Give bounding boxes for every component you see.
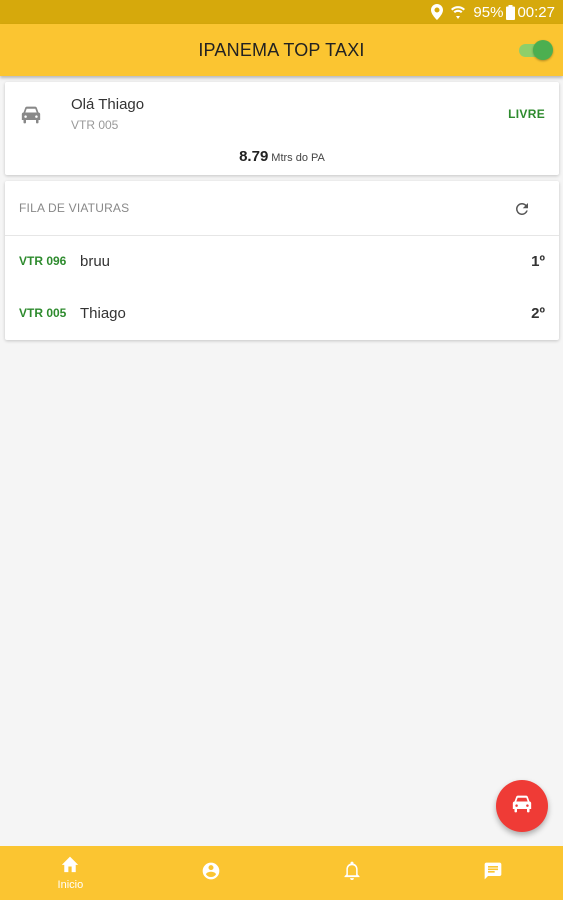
driver-card: Olá Thiago VTR 005 LIVRE 8.79 Mtrs do PA xyxy=(5,82,559,175)
queue-row-code: VTR 096 xyxy=(19,254,67,268)
battery-percent: 95% xyxy=(473,3,504,21)
nav-item-notifications[interactable] xyxy=(302,846,402,900)
nav-item-home[interactable]: Inicio xyxy=(20,846,120,900)
car-fab-icon xyxy=(512,795,532,818)
clock: 00:27 xyxy=(517,3,555,21)
queue-row-code: VTR 005 xyxy=(19,306,67,320)
queue-row-name: bruu xyxy=(80,252,111,270)
message-icon xyxy=(483,861,503,886)
nav-label-home: Inicio xyxy=(57,879,84,891)
home-icon xyxy=(60,855,80,878)
queue-row[interactable]: VTR 005 Thiago 2º xyxy=(5,293,559,333)
nav-item-messages[interactable] xyxy=(443,846,543,900)
battery-icon xyxy=(506,4,516,20)
account-icon xyxy=(201,861,221,886)
driver-greeting: Olá Thiago xyxy=(71,96,145,113)
bottom-nav: Inicio xyxy=(0,846,563,900)
driver-vehicle-code: VTR 005 xyxy=(71,118,119,132)
queue-header: FILA DE VIATURAS xyxy=(5,181,559,236)
wifi-icon xyxy=(449,4,467,20)
location-icon xyxy=(431,4,444,20)
app-title: IPANEMA TOP TAXI xyxy=(198,39,365,60)
refresh-icon[interactable] xyxy=(513,200,531,218)
car-icon xyxy=(21,106,41,124)
queue-row-position: 1º xyxy=(531,252,545,270)
nav-item-account[interactable] xyxy=(161,846,261,900)
driver-status-badge: LIVRE xyxy=(508,107,545,121)
availability-toggle[interactable] xyxy=(517,40,553,60)
toggle-thumb xyxy=(533,40,553,60)
request-car-button[interactable] xyxy=(496,780,548,832)
status-bar: 95% 00:27 xyxy=(0,0,563,24)
queue-row-position: 2º xyxy=(531,304,545,322)
app-bar: IPANEMA TOP TAXI xyxy=(0,24,563,76)
distance-unit: Mtrs do PA xyxy=(271,152,325,164)
queue-title: FILA DE VIATURAS xyxy=(19,201,130,215)
distance-info: 8.79 Mtrs do PA xyxy=(5,148,559,165)
queue-card: FILA DE VIATURAS VTR 096 bruu 1º VTR 005… xyxy=(5,181,559,340)
distance-value: 8.79 xyxy=(239,148,269,165)
queue-row-name: Thiago xyxy=(80,304,126,322)
bell-icon xyxy=(343,861,361,886)
queue-row[interactable]: VTR 096 bruu 1º xyxy=(5,241,559,281)
